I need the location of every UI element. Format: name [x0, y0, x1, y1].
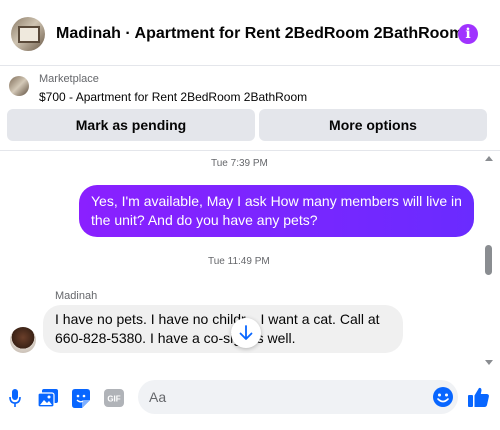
listing-title[interactable]: $700 - Apartment for Rent 2BedRoom 2Bath… [39, 90, 307, 104]
incoming-message-bubble[interactable]: I have no pets. I have no childr... I wa… [43, 305, 403, 353]
message-timestamp: Tue 7:39 PM [211, 158, 268, 169]
svg-text:GIF: GIF [107, 395, 120, 404]
conversation-header: Madinah · Apartment for Rent 2BedRoom 2B… [0, 0, 500, 66]
conversation-title[interactable]: Madinah · Apartment for Rent 2BedRoom 2B… [56, 25, 463, 43]
gif-icon[interactable]: GIF [104, 388, 124, 408]
scroll-down-arrow[interactable] [485, 360, 493, 365]
message-timestamp: Tue 11:49 PM [208, 256, 270, 267]
sender-name: Madinah [55, 290, 98, 302]
listing-thumbnail[interactable] [9, 76, 29, 96]
scrollbar-thumb[interactable] [485, 245, 492, 275]
scroll-to-bottom-button[interactable] [231, 318, 261, 348]
info-icon[interactable]: i [458, 24, 478, 44]
more-options-button[interactable]: More options [259, 109, 487, 141]
photo-icon[interactable] [38, 388, 58, 408]
microphone-icon[interactable] [8, 388, 22, 408]
sender-avatar[interactable] [10, 327, 36, 353]
emoji-icon[interactable] [433, 387, 453, 407]
message-input[interactable] [138, 380, 458, 414]
thumbs-up-icon[interactable] [468, 386, 490, 408]
outgoing-message-bubble[interactable]: Yes, I'm available, May I ask How many m… [79, 185, 474, 237]
mark-as-pending-button[interactable]: Mark as pending [7, 109, 255, 141]
arrow-down-icon [239, 325, 253, 340]
marketplace-label: Marketplace [39, 73, 99, 85]
contact-avatar[interactable] [11, 17, 45, 51]
scroll-up-arrow[interactable] [485, 156, 493, 161]
sticker-icon[interactable] [71, 388, 91, 408]
